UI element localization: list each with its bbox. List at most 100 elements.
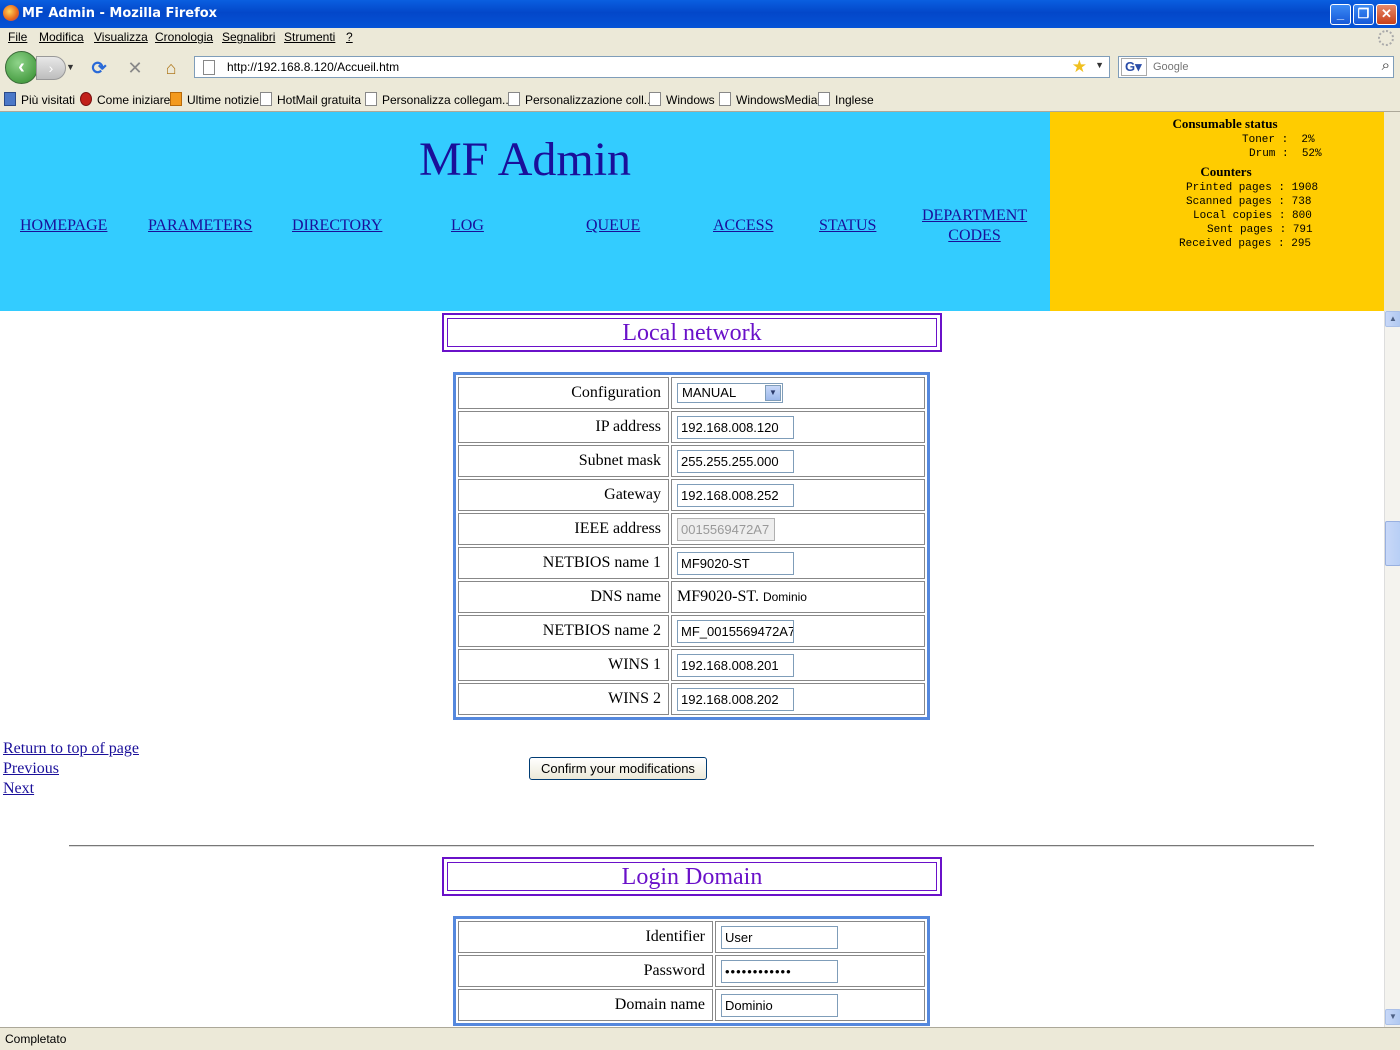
history-dropdown-icon[interactable]: ▼ [66, 62, 75, 72]
subnet-mask-field[interactable] [677, 449, 794, 473]
menu-segnalibri[interactable]: Segnalibri [222, 30, 275, 44]
menu-cronologia[interactable]: Cronologia [155, 30, 213, 44]
table-row: NETBIOS name 2 [458, 615, 925, 647]
section-title: Local network [447, 318, 937, 347]
nav-link-homepage[interactable]: HOMEPAGE [20, 216, 107, 236]
bookmark-windowsmedia[interactable]: WindowsMedia [719, 92, 817, 107]
menu-strumenti[interactable]: Strumenti [284, 30, 335, 44]
login-domain-title-box: Login Domain [442, 857, 942, 896]
scroll-up-icon[interactable]: ▲ [1385, 311, 1400, 327]
bookmark-hotmail[interactable]: HotMail gratuita [260, 92, 361, 107]
scroll-down-icon[interactable]: ▼ [1385, 1009, 1400, 1025]
bookmark-personalizzazione[interactable]: Personalizzazione coll... [508, 92, 654, 107]
google-engine-icon[interactable]: G▾ [1121, 58, 1147, 76]
nav-link-queue[interactable]: QUEUE [586, 216, 640, 236]
section-title: Login Domain [447, 862, 937, 891]
nav-link-parameters[interactable]: PARAMETERS [148, 216, 252, 236]
scrollbar-thumb[interactable] [1385, 521, 1400, 566]
page-icon [818, 92, 830, 106]
bookmark-ultime-notizie[interactable]: Ultime notizie [170, 92, 259, 107]
configuration-cell: MANUAL ▼ [671, 377, 925, 409]
wins-1-cell [671, 649, 925, 681]
rss-icon [170, 92, 182, 106]
menu-help[interactable]: ? [346, 30, 353, 44]
status-text: Completato [5, 1032, 67, 1046]
table-row: Subnet mask [458, 445, 925, 477]
local-network-table: Configuration MANUAL▼ IP address Subnet … [453, 372, 930, 720]
gateway-field[interactable] [677, 483, 794, 507]
menu-visualizza[interactable]: Visualizza [94, 30, 148, 44]
table-row: IEEE address [458, 513, 925, 545]
password-cell [715, 955, 925, 987]
nav-link-access[interactable]: ACCESS [713, 216, 773, 236]
vertical-scrollbar[interactable]: ▲ ▼ [1384, 311, 1400, 1027]
bookmark-come-iniziare[interactable]: Come iniziare [80, 92, 170, 107]
ieee-address-label: IEEE address [458, 513, 669, 545]
bookmark-star-icon[interactable]: ★ [1072, 57, 1087, 77]
forward-button[interactable]: › [36, 56, 66, 80]
window-titlebar: MF Admin - Mozilla Firefox _ ❐ ✕ [0, 0, 1400, 28]
back-button[interactable]: ‹ [5, 51, 38, 84]
url-bar[interactable]: ★ ▼ [194, 56, 1110, 78]
search-bar[interactable]: G▾ ⌕ [1118, 56, 1394, 78]
window-title: MF Admin - Mozilla Firefox [22, 6, 218, 21]
table-row: Domain name [458, 989, 925, 1021]
url-input[interactable] [227, 59, 1067, 75]
reload-icon[interactable]: ⟳ [88, 57, 110, 79]
bookmark-personalizza-collegamenti[interactable]: Personalizza collegam... [365, 92, 512, 107]
search-input[interactable] [1153, 59, 1353, 75]
printed-pages-row: Printed pages : 1908 [1186, 182, 1319, 194]
throbber-icon [1378, 30, 1394, 46]
wins-2-label: WINS 2 [458, 683, 669, 715]
section-divider [69, 845, 1314, 847]
domain-name-field[interactable] [721, 993, 838, 1017]
home-icon[interactable]: ⌂ [160, 57, 182, 79]
bookmark-inglese[interactable]: Inglese [818, 92, 874, 107]
configuration-select[interactable]: MANUAL ▼ [677, 383, 783, 403]
table-row: WINS 1 [458, 649, 925, 681]
url-dropdown-icon[interactable]: ▼ [1095, 60, 1104, 70]
wins-1-field[interactable] [677, 653, 794, 677]
ip-address-label: IP address [458, 411, 669, 443]
gateway-label: Gateway [458, 479, 669, 511]
nav-link-directory[interactable]: DIRECTORY [292, 216, 382, 236]
search-icon[interactable]: ⌕ [1382, 57, 1390, 74]
maximize-button[interactable]: ❐ [1353, 4, 1374, 25]
local-copies-row: Local copies : 800 [1193, 210, 1312, 222]
close-button[interactable]: ✕ [1376, 4, 1397, 25]
nav-link-status[interactable]: STATUS [819, 216, 876, 236]
confirm-modifications-button[interactable]: Confirm your modifications [529, 757, 707, 780]
toner-row: Toner : 2% [1242, 134, 1315, 146]
ieee-address-field [677, 517, 775, 541]
nav-link-log[interactable]: LOG [451, 216, 484, 236]
nav-link-department-codes[interactable]: DEPARTMENT CODES [922, 206, 1027, 246]
minimize-button[interactable]: _ [1330, 4, 1351, 25]
folder-icon [4, 92, 16, 106]
wins-1-label: WINS 1 [458, 649, 669, 681]
menu-modifica[interactable]: Modifica [39, 30, 84, 44]
next-link[interactable]: Next [3, 780, 34, 798]
return-to-top-link[interactable]: Return to top of page [3, 740, 139, 758]
ip-address-field[interactable] [677, 415, 794, 439]
identifier-field[interactable] [721, 925, 838, 949]
stop-icon[interactable]: ✕ [124, 57, 146, 79]
firefox-bookmark-icon [80, 92, 92, 106]
netbios-name-2-field[interactable] [677, 619, 794, 643]
menu-file[interactable]: File [8, 30, 27, 44]
wins-2-field[interactable] [677, 687, 794, 711]
password-field[interactable] [721, 959, 838, 983]
page-viewport: MF Admin HOMEPAGE PARAMETERS DIRECTORY L… [0, 112, 1384, 1027]
bookmark-piu-visitati[interactable]: Più visitati [4, 92, 75, 107]
navigation-toolbar: ‹ › ▼ ⟳ ✕ ⌂ ★ ▼ G▾ ⌕ [0, 48, 1400, 86]
ieee-address-cell [671, 513, 925, 545]
counters-heading: Counters [1200, 164, 1252, 179]
previous-link[interactable]: Previous [3, 760, 59, 778]
dns-name-value: MF9020-ST. Dominio [671, 581, 925, 613]
page-icon [649, 92, 661, 106]
netbios-name-1-label: NETBIOS name 1 [458, 547, 669, 579]
dns-name-label: DNS name [458, 581, 669, 613]
chevron-down-icon[interactable]: ▼ [765, 385, 781, 401]
netbios-name-1-field[interactable] [677, 551, 794, 575]
bookmarks-toolbar: Più visitati Come iniziare Ultime notizi… [0, 86, 1400, 112]
bookmark-windows[interactable]: Windows [649, 92, 715, 107]
